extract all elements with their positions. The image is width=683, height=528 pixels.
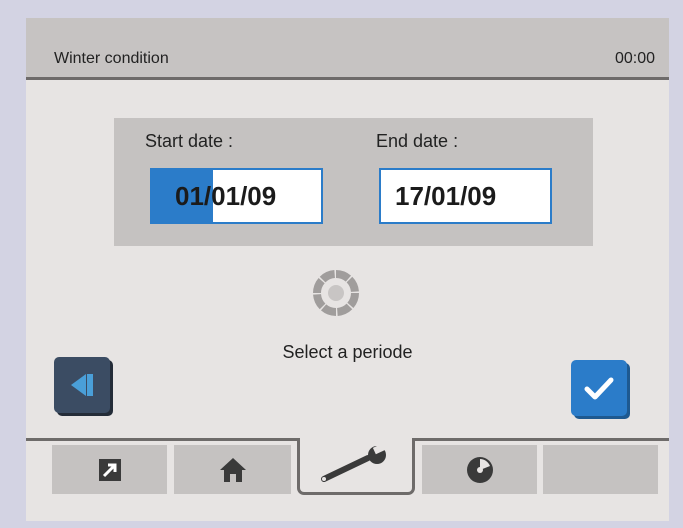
navigation-ring-icon xyxy=(313,270,359,316)
start-date-value: 01/01/09 xyxy=(175,170,276,222)
start-date-day: 01 xyxy=(175,181,204,211)
tab-empty[interactable] xyxy=(543,445,658,494)
tab-bar-divider-left xyxy=(26,438,297,441)
tab-bar-divider-right xyxy=(415,438,669,441)
end-date-field[interactable]: 17/01/09 xyxy=(379,168,552,224)
end-date-value: 17/01/09 xyxy=(395,181,497,211)
export-icon xyxy=(98,458,121,481)
clock-display: 00:00 xyxy=(614,50,655,67)
start-date-label: Start date : xyxy=(145,131,234,151)
header-bar: Winter condition 00:00 xyxy=(26,18,669,80)
checkmark-icon xyxy=(584,377,614,400)
confirm-button[interactable] xyxy=(571,360,627,416)
page-title: Winter condition xyxy=(54,50,169,67)
end-date-label: End date : xyxy=(376,131,459,151)
tab-settings[interactable] xyxy=(297,438,415,495)
start-date-field[interactable]: 01/01/09 xyxy=(150,168,323,224)
start-date-month-year: /01/09 xyxy=(203,181,277,211)
date-period-panel: Start date : 01/01/09 End date : 17/01/0… xyxy=(114,118,593,246)
tab-home[interactable] xyxy=(174,445,291,494)
tab-export[interactable] xyxy=(52,445,167,494)
back-button[interactable] xyxy=(54,357,110,413)
disc-icon xyxy=(466,456,493,483)
device-screen: Winter condition 00:00 Start date : 01/0… xyxy=(26,18,669,521)
home-icon xyxy=(219,457,246,482)
tab-disc[interactable] xyxy=(422,445,537,494)
back-arrow-icon xyxy=(71,374,93,396)
wrench-icon xyxy=(321,445,388,482)
